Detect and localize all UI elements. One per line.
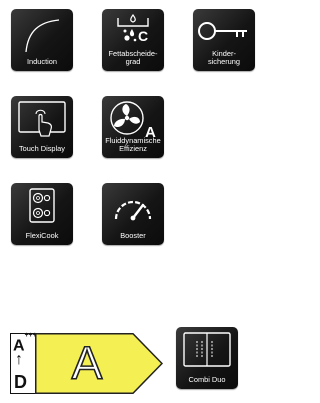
key-icon <box>198 22 247 40</box>
scale-up-arrow-icon: ↑ <box>15 351 23 368</box>
feature-tile-combi-duo: Combi Duo <box>176 327 238 389</box>
feature-label: Kinder- sicherung <box>194 50 254 66</box>
scale-bottom-class: D <box>14 372 27 392</box>
energy-scale-box: A+++ ↑ D <box>10 332 37 394</box>
feature-label-line: sicherung <box>207 57 241 66</box>
combi-duo-icon <box>183 332 231 367</box>
feature-label: FlexiCook <box>12 232 72 240</box>
energy-efficiency-label: A+++ ↑ D A <box>10 332 163 395</box>
feature-label: Fluiddynamische Effizienz <box>103 137 163 153</box>
touch-display-icon <box>18 101 66 137</box>
feature-tile-induction: Induction <box>11 9 73 71</box>
feature-label: Combi Duo <box>177 376 237 384</box>
feature-label-line: grad <box>125 57 141 66</box>
feature-tile-booster: Booster <box>102 183 164 245</box>
feature-label: Booster <box>103 232 163 240</box>
feature-tile-kindersicherung: Kinder- sicherung <box>193 9 255 71</box>
feature-label-line: Booster <box>120 231 146 240</box>
gauge-icon <box>114 200 152 221</box>
feature-label-line: FlexiCook <box>25 231 59 240</box>
feature-label-line: Combi Duo <box>188 375 226 384</box>
feature-tile-fluiddynamische-effizienz: A Fluiddynamische Effizienz <box>102 96 164 158</box>
feature-label-line: Induction <box>27 57 57 66</box>
feature-label: Induction <box>12 58 72 66</box>
feature-label: Fettabscheide- grad <box>103 50 163 66</box>
energy-rating-letter: A <box>71 336 103 390</box>
feature-label-line: Effizienz <box>119 144 147 153</box>
feature-tile-fettabscheidegrad: C Fettabscheide- grad <box>102 9 164 71</box>
grease-filter-icon: C <box>117 13 149 44</box>
fan-icon: A <box>110 101 156 140</box>
feature-label: Touch Display <box>12 145 72 153</box>
svg-text:C: C <box>138 28 148 44</box>
feature-tile-touch-display: Touch Display <box>11 96 73 158</box>
flexicook-zones-icon <box>29 188 55 223</box>
feature-label-line: Touch Display <box>18 144 65 153</box>
induction-curve-icon <box>25 19 60 53</box>
feature-tile-flexicook: FlexiCook <box>11 183 73 245</box>
